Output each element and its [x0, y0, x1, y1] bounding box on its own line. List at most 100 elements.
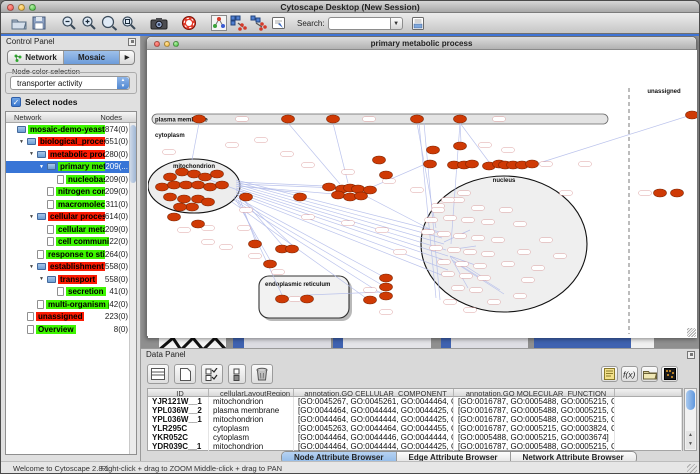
graph-node[interactable]	[352, 185, 365, 193]
graph-node[interactable]	[282, 115, 295, 123]
formula-button[interactable]: f(x)	[621, 366, 638, 382]
graph-node[interactable]	[193, 115, 206, 123]
zoom-fit-button[interactable]	[119, 14, 139, 32]
column-header[interactable]: _cellularLayoutRegion	[209, 389, 294, 396]
snapshot-button[interactable]	[149, 14, 169, 32]
graph-node[interactable]	[264, 260, 277, 268]
open-attribute-button[interactable]	[641, 366, 658, 382]
graph-node[interactable]	[686, 111, 698, 119]
table-row[interactable]: YDR039C__1mitochondrion[GO:0044464, GO:0…	[148, 442, 682, 451]
table-row[interactable]: YKR052Ccytoplasm[GO:0044464, GO:0044446,…	[148, 433, 682, 442]
tree-row[interactable]: nucleobase-209(0)	[6, 173, 136, 186]
graph-node[interactable]	[294, 193, 307, 201]
graph-node[interactable]	[671, 189, 684, 197]
tree-row[interactable]: Overview8(0)	[6, 323, 136, 336]
scroll-arrows[interactable]: ▲▼	[686, 431, 695, 449]
graph-node[interactable]	[373, 156, 386, 164]
column-header[interactable]: ID	[148, 389, 209, 396]
table-row[interactable]: YJR121W__1mitochondrion[GO:0045267, GO:0…	[148, 397, 682, 406]
select-nodes-checkbox[interactable]: ✓	[11, 97, 21, 107]
graph-node[interactable]	[180, 181, 193, 189]
graph-node[interactable]	[286, 245, 299, 253]
notes-button[interactable]	[601, 366, 618, 382]
expander-icon[interactable]: ▼	[39, 164, 47, 170]
tree-row[interactable]: unassigned223(0)	[6, 311, 136, 324]
graph-node[interactable]	[323, 183, 336, 191]
tree-scrollbar[interactable]	[129, 123, 136, 454]
expander-icon[interactable]: ▼	[19, 139, 27, 145]
delete-attribute-button[interactable]	[251, 364, 273, 384]
graph-node[interactable]	[202, 198, 215, 206]
graph-node[interactable]	[168, 181, 181, 189]
graph-node[interactable]	[424, 160, 437, 168]
table-row[interactable]: YPL036W__2plasma membrane[GO:0044464, GO…	[148, 406, 682, 415]
float-data-panel-icon[interactable]	[687, 351, 695, 359]
graph-node[interactable]	[466, 160, 479, 168]
graph-node[interactable]	[380, 283, 393, 291]
network-canvas[interactable]: plasma membrane cytoplasm mitochondrion …	[148, 50, 697, 338]
app-resize-grip[interactable]	[687, 464, 697, 474]
background-window-fragment[interactable]	[343, 338, 431, 348]
column-header[interactable]: annotation.GO CELLULAR_COMPONENT	[294, 389, 454, 396]
tab-overflow-arrow[interactable]: ▶	[120, 51, 134, 64]
tree-row[interactable]: ▼biological_process651(0)	[6, 136, 136, 149]
graph-node[interactable]	[186, 203, 199, 211]
graph-node[interactable]	[364, 296, 377, 304]
unselect-attributes-button[interactable]	[228, 364, 246, 384]
column-header[interactable]	[615, 389, 682, 396]
tree-row[interactable]: nitrogen compo209(0)	[6, 186, 136, 199]
help-button[interactable]	[179, 14, 199, 32]
select-attributes-button[interactable]	[201, 364, 223, 384]
graph-node[interactable]	[427, 146, 440, 154]
graph-node[interactable]	[174, 203, 187, 211]
tree-row[interactable]: ▼transport558(0)	[6, 273, 136, 286]
tab-network[interactable]: Network	[8, 51, 64, 64]
zoom-selected-button[interactable]	[99, 14, 119, 32]
graph-node[interactable]	[364, 186, 377, 194]
background-window-fragment[interactable]	[451, 338, 528, 348]
graph-node[interactable]	[211, 170, 224, 178]
graph-node[interactable]	[380, 274, 393, 282]
expander-icon[interactable]: ▼	[29, 151, 37, 157]
graph-node[interactable]	[526, 160, 539, 168]
background-window-fragment[interactable]	[233, 338, 244, 348]
matrix-button[interactable]	[661, 366, 678, 382]
graph-node[interactable]	[192, 220, 205, 228]
search-input[interactable]	[328, 17, 390, 30]
column-header[interactable]: annotation.GO MOLECULAR_FUNCTION	[454, 389, 615, 396]
table-scrollbar[interactable]: ▲▼	[684, 388, 697, 451]
tree-row[interactable]: mosaic-demo-yeast874(0)	[6, 123, 136, 136]
background-window-fragment[interactable]	[244, 338, 331, 348]
graph-node[interactable]	[178, 195, 191, 203]
expander-icon[interactable]: ▼	[29, 214, 37, 220]
graph-node[interactable]	[216, 181, 229, 189]
graph-node[interactable]	[276, 295, 289, 303]
layout-b-button[interactable]	[249, 14, 269, 32]
save-button[interactable]	[29, 14, 49, 32]
tree-row[interactable]: ▼primary metabo209(...	[6, 161, 136, 174]
float-panel-icon[interactable]	[128, 38, 136, 46]
new-attribute-button[interactable]	[174, 364, 196, 384]
tree-row[interactable]: ▼establishment of lo558(0)	[6, 261, 136, 274]
node-color-combo[interactable]: transporter activity ▲▼	[10, 76, 130, 90]
zoom-out-button[interactable]	[59, 14, 79, 32]
graph-node[interactable]	[164, 193, 177, 201]
graph-node[interactable]	[654, 189, 667, 197]
open-file-button[interactable]	[9, 14, 29, 32]
table-row[interactable]: YLR295Ccytoplasm[GO:0045263, GO:0044464,…	[148, 424, 682, 433]
zoom-in-button[interactable]	[79, 14, 99, 32]
graph-node[interactable]	[240, 193, 253, 201]
layout-a-button[interactable]	[229, 14, 249, 32]
tree-row[interactable]: ▼metabolic process280(0)	[6, 148, 136, 161]
tab-mosaic[interactable]: Mosaic	[64, 51, 120, 64]
network-overview-button[interactable]	[209, 14, 229, 32]
tree-row[interactable]: cell communicat22(0)	[6, 236, 136, 249]
background-window-fragment[interactable]	[333, 338, 343, 348]
graph-node[interactable]	[192, 181, 205, 189]
attribute-list-button[interactable]	[147, 364, 169, 384]
annotation-button[interactable]	[269, 14, 289, 32]
tree-row[interactable]: ▼cellular process614(0)	[6, 211, 136, 224]
graph-node[interactable]	[454, 142, 467, 150]
graph-node[interactable]	[301, 295, 314, 303]
import-table-button[interactable]	[409, 14, 429, 32]
